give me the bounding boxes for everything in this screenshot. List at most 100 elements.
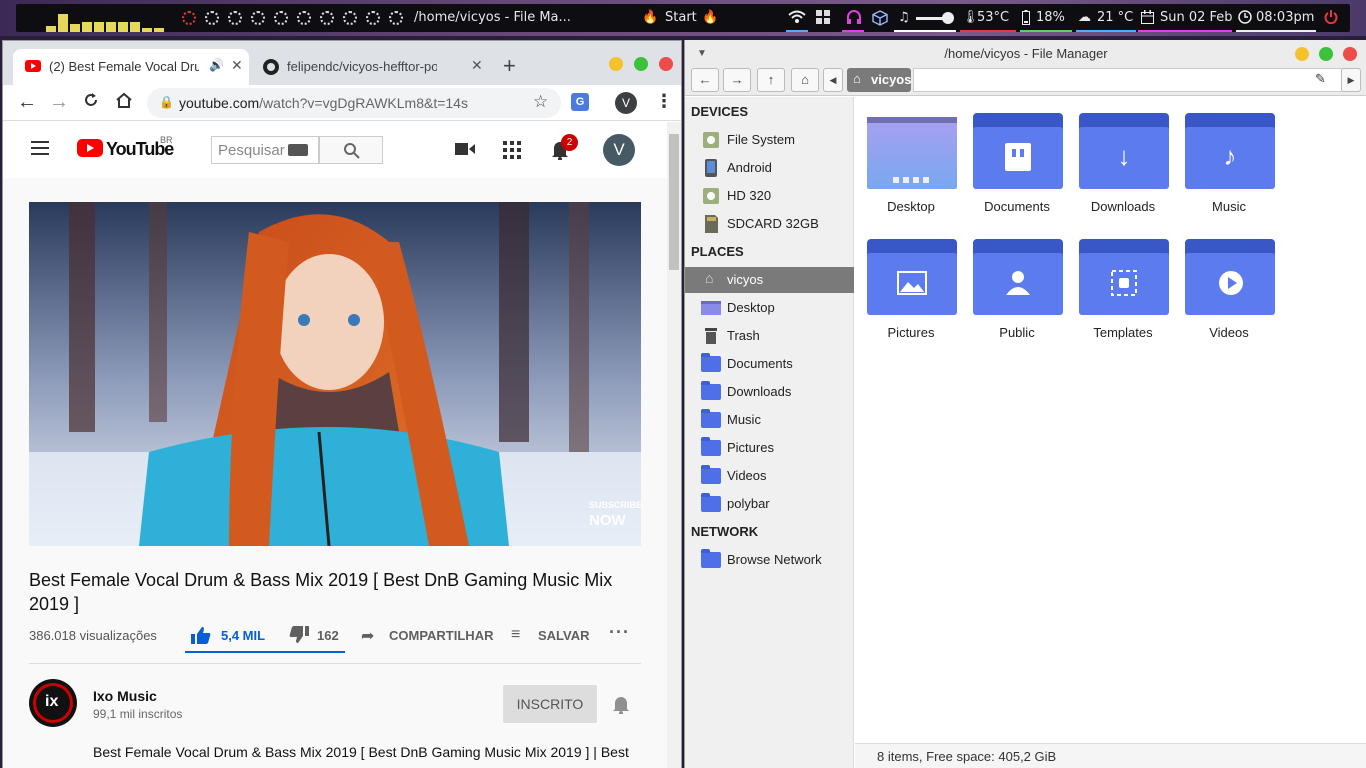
reload-icon[interactable]	[83, 92, 99, 113]
forward-arrow-icon[interactable]: →	[49, 91, 69, 114]
speaker-icon[interactable]: 🔊	[209, 58, 224, 72]
workspace-9[interactable]	[366, 11, 380, 25]
sidebar-item-polybar[interactable]: polybar	[685, 491, 854, 517]
volume-knob[interactable]	[942, 12, 954, 24]
hamburger-menu-icon[interactable]	[31, 141, 49, 160]
youtube-logo[interactable]: YouTube BR	[77, 135, 174, 162]
home-icon[interactable]	[115, 92, 133, 114]
close-button[interactable]	[1343, 47, 1357, 61]
sidebar-item-music[interactable]: Music	[685, 407, 854, 433]
back-arrow-icon[interactable]: ←	[691, 68, 719, 92]
video-description: Best Female Vocal Drum & Bass Mix 2019 […	[93, 744, 629, 760]
workspace-10[interactable]	[389, 11, 403, 25]
back-arrow-icon[interactable]: ←	[17, 91, 37, 114]
subscribed-button[interactable]: INSCRITO	[503, 685, 597, 723]
menu-kebab-icon[interactable]: ⋮	[655, 91, 673, 112]
channel-avatar[interactable]: ix	[29, 679, 77, 727]
workspace-3[interactable]	[228, 11, 242, 25]
start-button[interactable]: Start	[665, 10, 697, 25]
headphones-icon[interactable]	[846, 10, 862, 28]
folder-downloads-icon	[701, 381, 721, 400]
like-count: 5,4 MIL	[221, 628, 266, 643]
subscriber-count: 99,1 mil inscritos	[93, 707, 183, 721]
sidebar-item-videos[interactable]: Videos	[685, 463, 854, 489]
channel-name[interactable]: Ixo Music	[93, 688, 157, 704]
file-item-public[interactable]: Public	[967, 227, 1067, 347]
share-arrow-icon: ➦	[361, 628, 375, 645]
scrollbar-thumb[interactable]	[669, 134, 679, 270]
home-icon[interactable]: ⌂	[791, 68, 819, 92]
path-bar[interactable]	[913, 68, 1345, 92]
power-icon[interactable]	[1324, 10, 1338, 28]
tab-youtube[interactable]: (2) Best Female Vocal Drum & Bass Mix 🔊 …	[13, 49, 249, 85]
new-tab-button[interactable]: +	[503, 53, 516, 79]
keyboard-icon[interactable]	[288, 144, 308, 156]
workspace-8[interactable]	[343, 11, 357, 25]
file-item-downloads[interactable]: ↓ Downloads	[1073, 101, 1173, 221]
window-menu-icon[interactable]: ▼	[697, 40, 707, 68]
divider	[29, 663, 641, 664]
up-arrow-icon[interactable]: ↑	[757, 68, 785, 92]
wifi-icon[interactable]	[788, 10, 806, 28]
sidebar-item-sdcard[interactable]: SDCARD 32GB	[685, 211, 854, 237]
maximize-button[interactable]	[1319, 47, 1333, 61]
close-tab-icon[interactable]: ✕	[231, 57, 243, 74]
translate-icon[interactable]: G	[571, 93, 589, 111]
sidebar-item-pictures[interactable]: Pictures	[685, 435, 854, 461]
sidebar-item-vicyos[interactable]: ⌂ vicyos	[685, 267, 854, 293]
folder-public-icon	[973, 239, 1063, 315]
close-tab-icon[interactable]: ✕	[471, 57, 483, 74]
sidebar-item-hd320[interactable]: HD 320	[685, 183, 854, 209]
tab-title: felipendc/vicyos-hefftor-polybar	[287, 59, 437, 74]
maximize-button[interactable]	[634, 57, 648, 71]
minimize-button[interactable]	[609, 57, 623, 71]
video-player[interactable]: SUBSCRIBE NOW	[29, 202, 641, 546]
edit-path-icon[interactable]: ✎	[1315, 71, 1326, 87]
folder-pictures-icon	[867, 239, 957, 315]
path-right-icon[interactable]: ▶	[1341, 68, 1361, 92]
sidebar-item-android[interactable]: Android	[685, 155, 854, 181]
path-left-icon[interactable]: ◀	[823, 68, 843, 92]
workspace-4[interactable]	[251, 11, 265, 25]
more-actions-icon[interactable]: ···	[609, 622, 630, 643]
workspace-5[interactable]	[274, 11, 288, 25]
profile-avatar[interactable]: V	[615, 92, 637, 114]
page-scrollbar[interactable]	[667, 122, 681, 768]
sidebar-item-desktop[interactable]: Desktop	[685, 295, 854, 321]
sidebar-item-documents[interactable]: Documents	[685, 351, 854, 377]
apps-grid-icon[interactable]	[503, 141, 521, 164]
bookmark-star-icon[interactable]: ☆	[533, 92, 548, 112]
workspace-1[interactable]	[182, 11, 196, 25]
cloud-icon: ☁	[1078, 10, 1091, 25]
sidebar-item-file-system[interactable]: File System	[685, 127, 854, 153]
create-video-icon[interactable]	[455, 142, 475, 161]
account-avatar[interactable]: V	[603, 134, 635, 166]
places-header: PLACES	[691, 244, 744, 259]
windows-icon[interactable]	[816, 10, 830, 28]
cube-icon[interactable]	[872, 10, 888, 30]
sidebar-item-trash[interactable]: Trash	[685, 323, 854, 349]
file-item-templates[interactable]: Templates	[1073, 227, 1173, 347]
address-bar[interactable]: 🔒 youtube.com/watch?v=vgDgRAWKLm8&t=14s …	[147, 88, 561, 118]
subscribe-overlay-text: SUBSCRIBE	[589, 500, 641, 510]
search-button[interactable]	[319, 136, 383, 164]
tab-github[interactable]: felipendc/vicyos-hefftor-polybar ✕	[251, 49, 487, 85]
file-item-desktop[interactable]: Desktop	[861, 101, 961, 221]
minimize-button[interactable]	[1295, 47, 1309, 61]
forward-arrow-icon[interactable]: →	[723, 68, 751, 92]
file-item-music[interactable]: ♪ Music	[1179, 101, 1279, 221]
notifications-bell-icon[interactable]: 2	[551, 134, 578, 165]
file-item-documents[interactable]: Documents	[967, 101, 1067, 221]
file-item-videos[interactable]: Videos	[1179, 227, 1279, 347]
notification-bell-icon[interactable]	[611, 694, 631, 719]
search-input[interactable]: Pesquisar	[211, 136, 319, 164]
workspace-6[interactable]	[297, 11, 311, 25]
close-button[interactable]	[659, 57, 673, 71]
drive-icon	[703, 132, 719, 148]
file-item-pictures[interactable]: Pictures	[861, 227, 961, 347]
sidebar-item-downloads[interactable]: Downloads	[685, 379, 854, 405]
sidebar-item-browse-network[interactable]: Browse Network	[685, 547, 854, 573]
path-crumb-vicyos[interactable]: ⌂ vicyos	[847, 68, 911, 92]
workspace-7[interactable]	[320, 11, 334, 25]
workspace-2[interactable]	[205, 11, 219, 25]
